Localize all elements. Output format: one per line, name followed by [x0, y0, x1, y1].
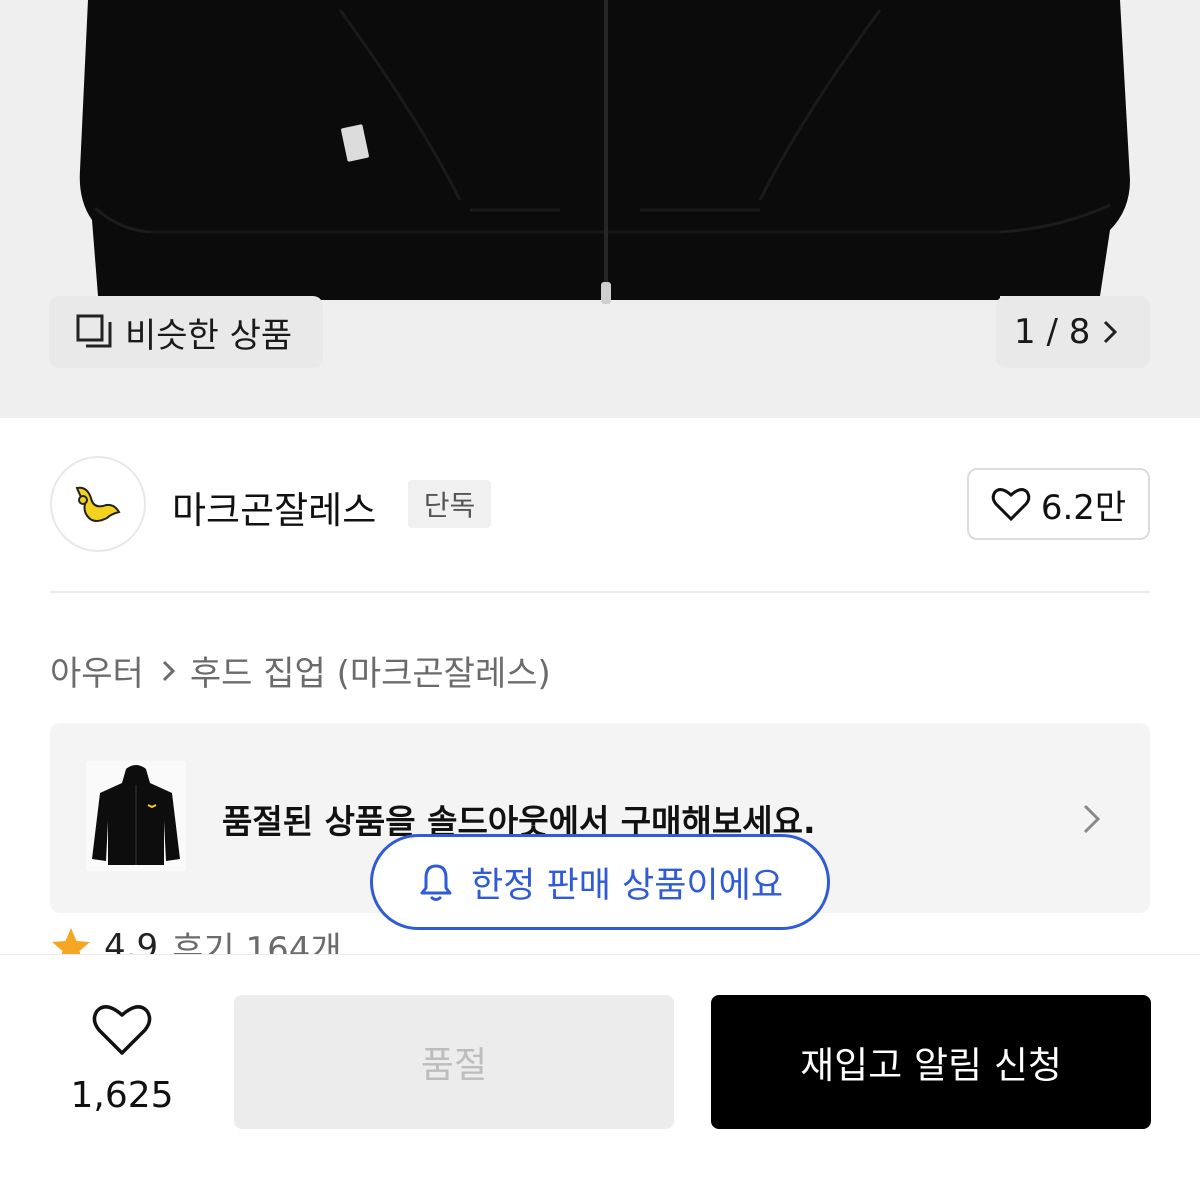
soldout-button[interactable]: 품절 — [234, 995, 674, 1129]
chevron-right-icon — [1083, 804, 1101, 834]
product-image-area[interactable]: 비슷한 상품 1 / 8 — [0, 0, 1200, 418]
exclusive-badge: 단독 — [408, 480, 491, 528]
similar-products-button[interactable]: 비슷한 상품 — [49, 296, 323, 368]
chevron-right-icon — [162, 660, 175, 681]
angel-logo-icon — [75, 486, 121, 522]
brand-logo[interactable] — [50, 456, 146, 552]
page-indicator-text: 1 / 8 — [1014, 312, 1091, 352]
heart-icon — [991, 488, 1031, 522]
similar-products-icon — [76, 314, 112, 348]
breadcrumb-item-outer[interactable]: 아우터 — [50, 646, 144, 695]
brand-like-button[interactable]: 6.2만 — [967, 468, 1150, 540]
brand-name[interactable]: 마크곤잘레스 — [172, 480, 376, 534]
bottom-action-bar: 1,625 품절 재입고 알림 신청 — [0, 954, 1200, 1201]
wishlist-count: 1,625 — [70, 1075, 174, 1116]
wishlist-button[interactable]: 1,625 — [62, 1001, 182, 1131]
divider — [50, 591, 1150, 593]
bell-icon — [420, 864, 452, 901]
limited-sale-pill[interactable]: 한정 판매 상품이에요 — [370, 834, 830, 930]
breadcrumb: 아우터 후드 집업 (마크곤잘레스) — [50, 646, 551, 695]
limited-sale-label: 한정 판매 상품이에요 — [470, 865, 784, 906]
product-thumbnail — [86, 761, 186, 871]
image-page-indicator[interactable]: 1 / 8 — [996, 296, 1150, 368]
breadcrumb-item-hood-zipup[interactable]: 후드 집업 (마크곤잘레스) — [190, 646, 551, 695]
chevron-right-icon — [1104, 320, 1118, 344]
heart-icon — [92, 1005, 152, 1055]
restock-alert-button[interactable]: 재입고 알림 신청 — [711, 995, 1151, 1129]
brand-like-count: 6.2만 — [1040, 487, 1127, 528]
similar-products-label: 비슷한 상품 — [125, 315, 293, 356]
